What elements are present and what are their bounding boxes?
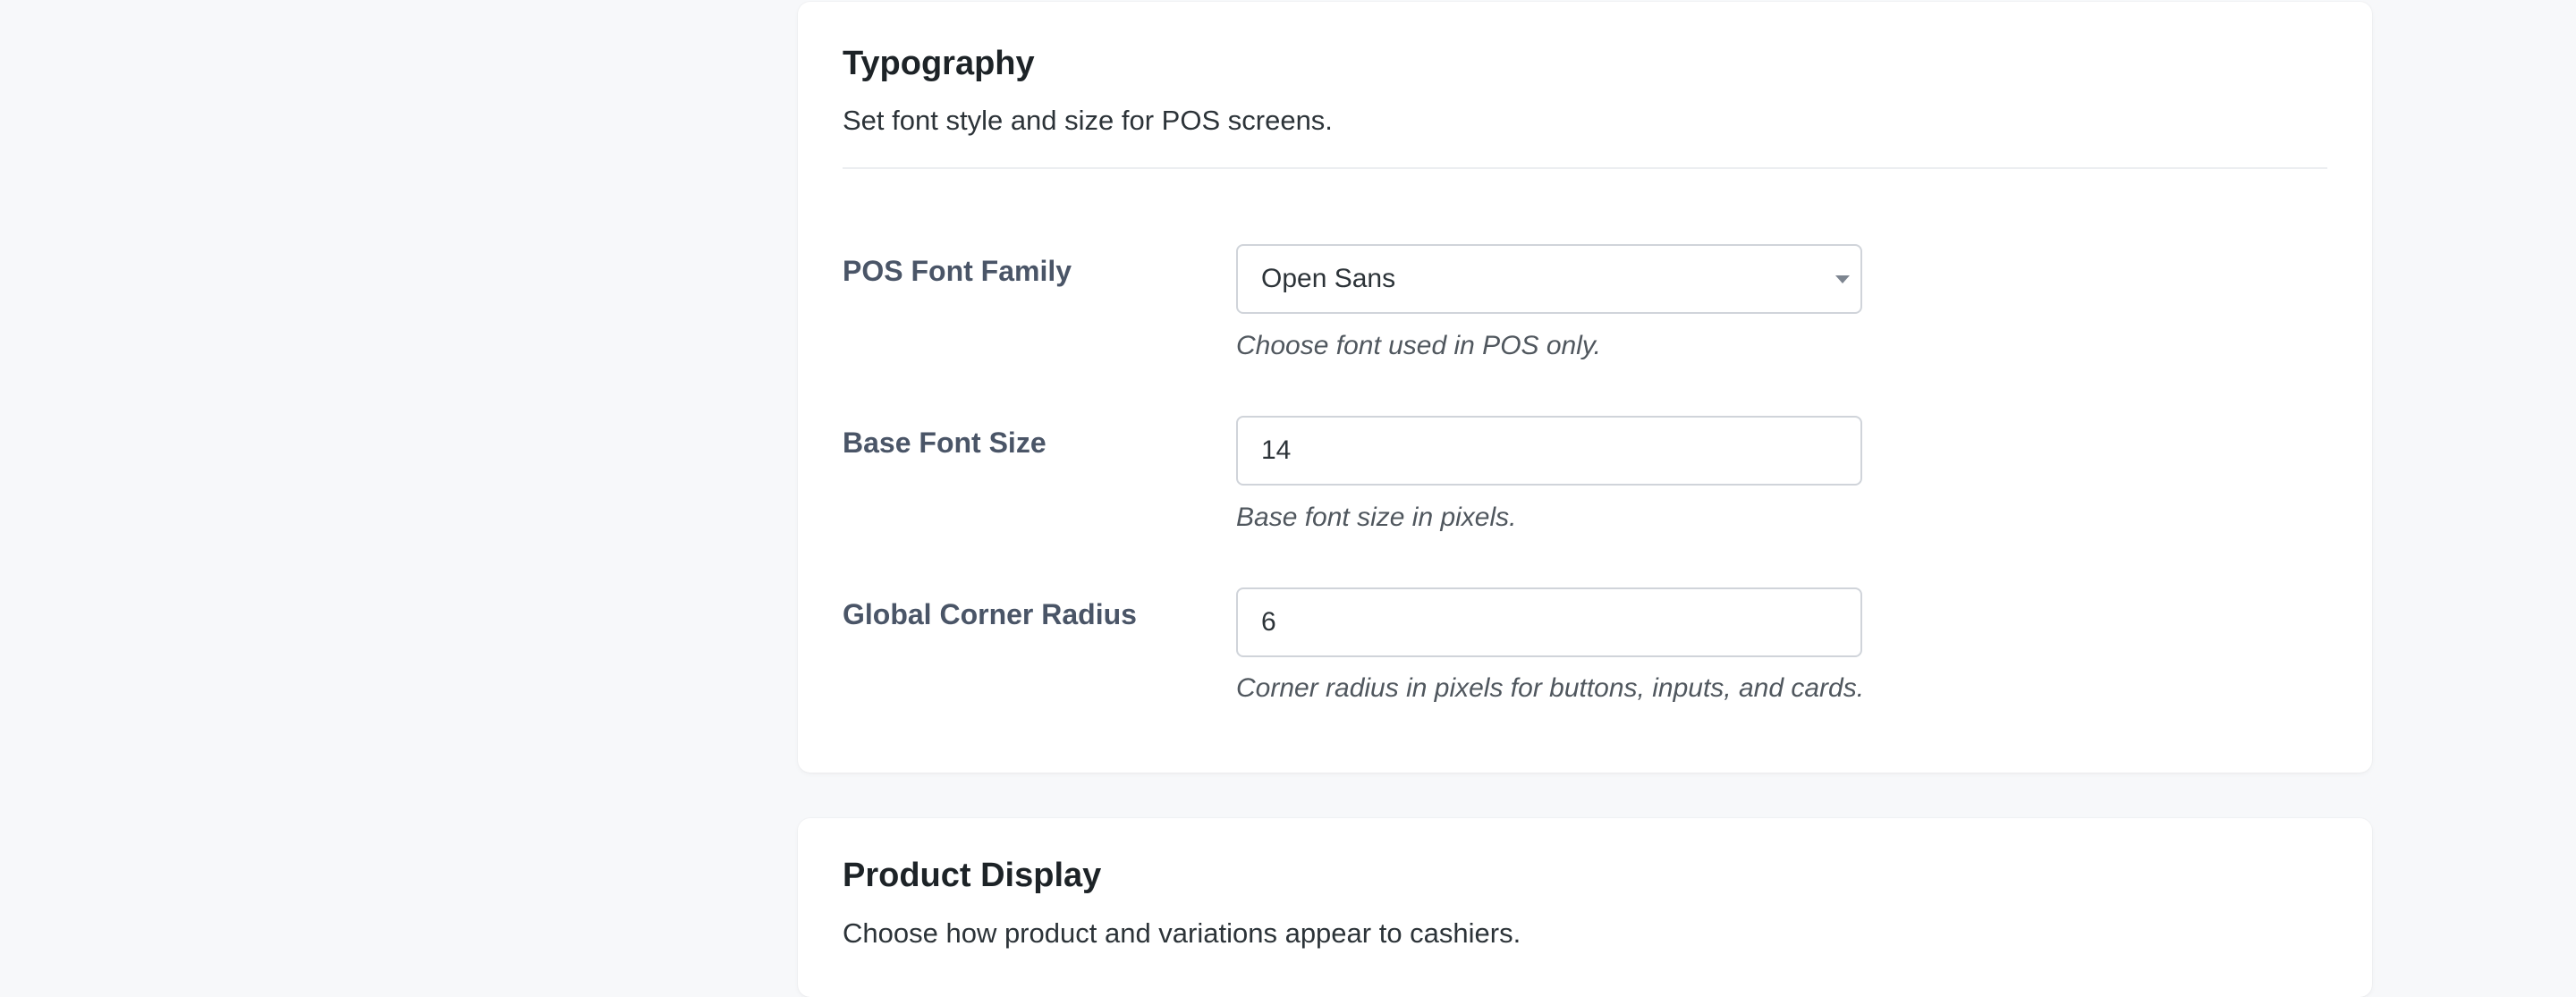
base-font-size-value: 14 [1261, 435, 1292, 465]
base-font-size-input[interactable]: 14 [1236, 416, 1862, 486]
product-display-card: Product Display Choose how product and v… [798, 818, 2372, 997]
font-family-selected-value: Open Sans [1261, 264, 1396, 293]
product-display-description: Choose how product and variations appear… [843, 917, 1521, 949]
typography-description: Set font style and size for POS screens. [843, 105, 1333, 136]
section-divider [843, 167, 2327, 169]
font-family-select[interactable]: Open Sans [1236, 244, 1862, 314]
typography-card: Typography Set font style and size for P… [798, 2, 2372, 773]
font-family-label: POS Font Family [843, 255, 1072, 287]
chevron-down-icon [1835, 275, 1850, 283]
corner-radius-input[interactable]: 6 [1236, 587, 1862, 657]
corner-radius-label: Global Corner Radius [843, 598, 1137, 630]
base-font-size-label: Base Font Size [843, 427, 1046, 459]
corner-radius-help: Corner radius in pixels for buttons, inp… [1236, 673, 1865, 703]
font-family-help: Choose font used in POS only. [1236, 331, 1602, 360]
typography-title: Typography [843, 45, 1035, 82]
corner-radius-value: 6 [1261, 607, 1276, 637]
product-display-title: Product Display [843, 857, 1102, 894]
base-font-size-help: Base font size in pixels. [1236, 503, 1517, 532]
